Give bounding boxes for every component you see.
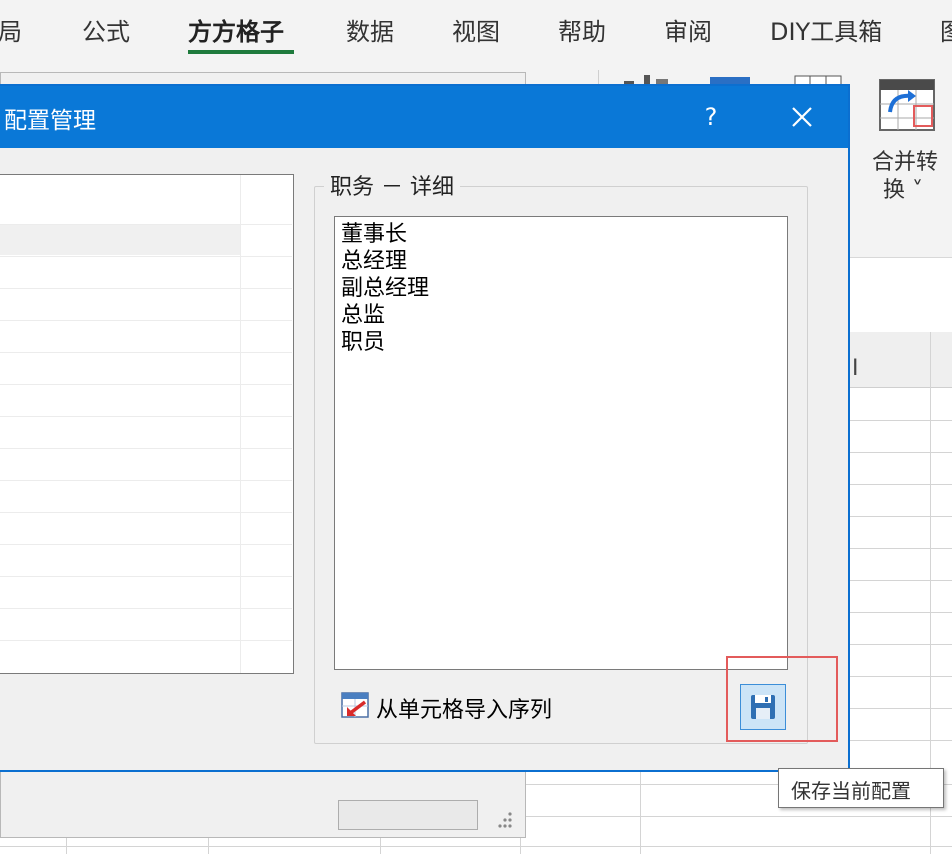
tab-layout[interactable]: 局 xyxy=(0,12,22,47)
dialog-titlebar[interactable]: 配置管理 ? xyxy=(0,86,848,148)
merge-convert-icon[interactable] xyxy=(878,76,936,132)
ribbon-tab-bar: 局 公式 方方格子 数据 视图 帮助 审阅 DIY工具箱 图 xyxy=(0,0,952,62)
import-from-cells-icon xyxy=(341,692,369,718)
import-from-cells-label: 从单元格导入序列 xyxy=(376,698,553,723)
list-row-line xyxy=(0,544,292,545)
list-divider xyxy=(240,175,241,673)
tab-help[interactable]: 帮助 xyxy=(558,12,606,47)
list-row-line xyxy=(0,448,292,449)
grid-hline xyxy=(0,846,952,847)
column-header[interactable] xyxy=(850,332,952,388)
background-status-box xyxy=(338,800,478,830)
column-letter: I xyxy=(852,356,859,381)
tab-fangfang[interactable]: 方方格子 xyxy=(188,12,284,47)
grid-hline xyxy=(850,676,952,677)
list-row-line xyxy=(0,256,292,257)
list-row-line xyxy=(0,512,292,513)
tab-partial[interactable]: 图 xyxy=(940,12,952,47)
grid-hline xyxy=(850,516,952,517)
list-row-line xyxy=(0,576,292,577)
grid-hline xyxy=(850,420,952,421)
config-list[interactable] xyxy=(0,174,294,674)
merge-convert-dropdown[interactable]: 换 ˅ xyxy=(883,172,923,204)
detail-item: 总经理 xyxy=(341,249,408,274)
grid-hline xyxy=(850,644,952,645)
tab-diy-toolbox[interactable]: DIY工具箱 xyxy=(770,12,882,47)
list-row-line xyxy=(0,288,292,289)
grid-hline xyxy=(526,816,952,817)
list-row-line xyxy=(0,224,292,225)
resize-grip-icon[interactable] xyxy=(494,808,514,830)
tab-review[interactable]: 审阅 xyxy=(664,12,712,47)
grid-hline xyxy=(850,580,952,581)
close-icon xyxy=(792,107,812,127)
detail-item: 总监 xyxy=(341,303,386,328)
annotation-highlight xyxy=(726,656,838,742)
detail-item: 副总经理 xyxy=(341,276,430,301)
list-row-line xyxy=(0,640,292,641)
help-button[interactable]: ? xyxy=(686,90,736,144)
tab-formulas[interactable]: 公式 xyxy=(82,12,130,47)
list-row-line xyxy=(0,416,292,417)
grid-hline xyxy=(850,740,952,741)
detail-group-label: 职务 － 详细 xyxy=(324,169,460,201)
list-row-line xyxy=(0,384,292,385)
active-tab-indicator xyxy=(188,50,294,54)
dialog-title: 配置管理 xyxy=(4,108,96,134)
list-row-line xyxy=(0,352,292,353)
detail-textarea[interactable]: 董事长 总经理 副总经理 总监 职员 xyxy=(334,216,788,670)
grid-hline xyxy=(850,548,952,549)
tab-data[interactable]: 数据 xyxy=(346,12,394,47)
grid-hline xyxy=(850,484,952,485)
close-button[interactable] xyxy=(774,90,830,144)
grid-hline xyxy=(850,708,952,709)
grid-hline xyxy=(850,452,952,453)
grid-hline xyxy=(850,612,952,613)
tab-view[interactable]: 视图 xyxy=(452,12,500,47)
detail-item: 董事长 xyxy=(341,222,408,247)
list-item-selected[interactable] xyxy=(0,225,240,255)
screen: 局 公式 方方格子 数据 视图 帮助 审阅 DIY工具箱 图 合并转 换 ˅ I xyxy=(0,0,952,854)
detail-item: 职员 xyxy=(341,330,386,355)
save-tooltip: 保存当前配置 xyxy=(778,768,944,808)
list-row-line xyxy=(0,320,292,321)
import-from-cells-button[interactable]: 从单元格导入序列 xyxy=(338,686,638,726)
list-row-line xyxy=(0,480,292,481)
config-manager-dialog: 配置管理 ? 职务 － 详细 董事长 总经理 副总经理 总监 职员 从单元格导入… xyxy=(0,84,850,772)
list-row-line xyxy=(0,608,292,609)
